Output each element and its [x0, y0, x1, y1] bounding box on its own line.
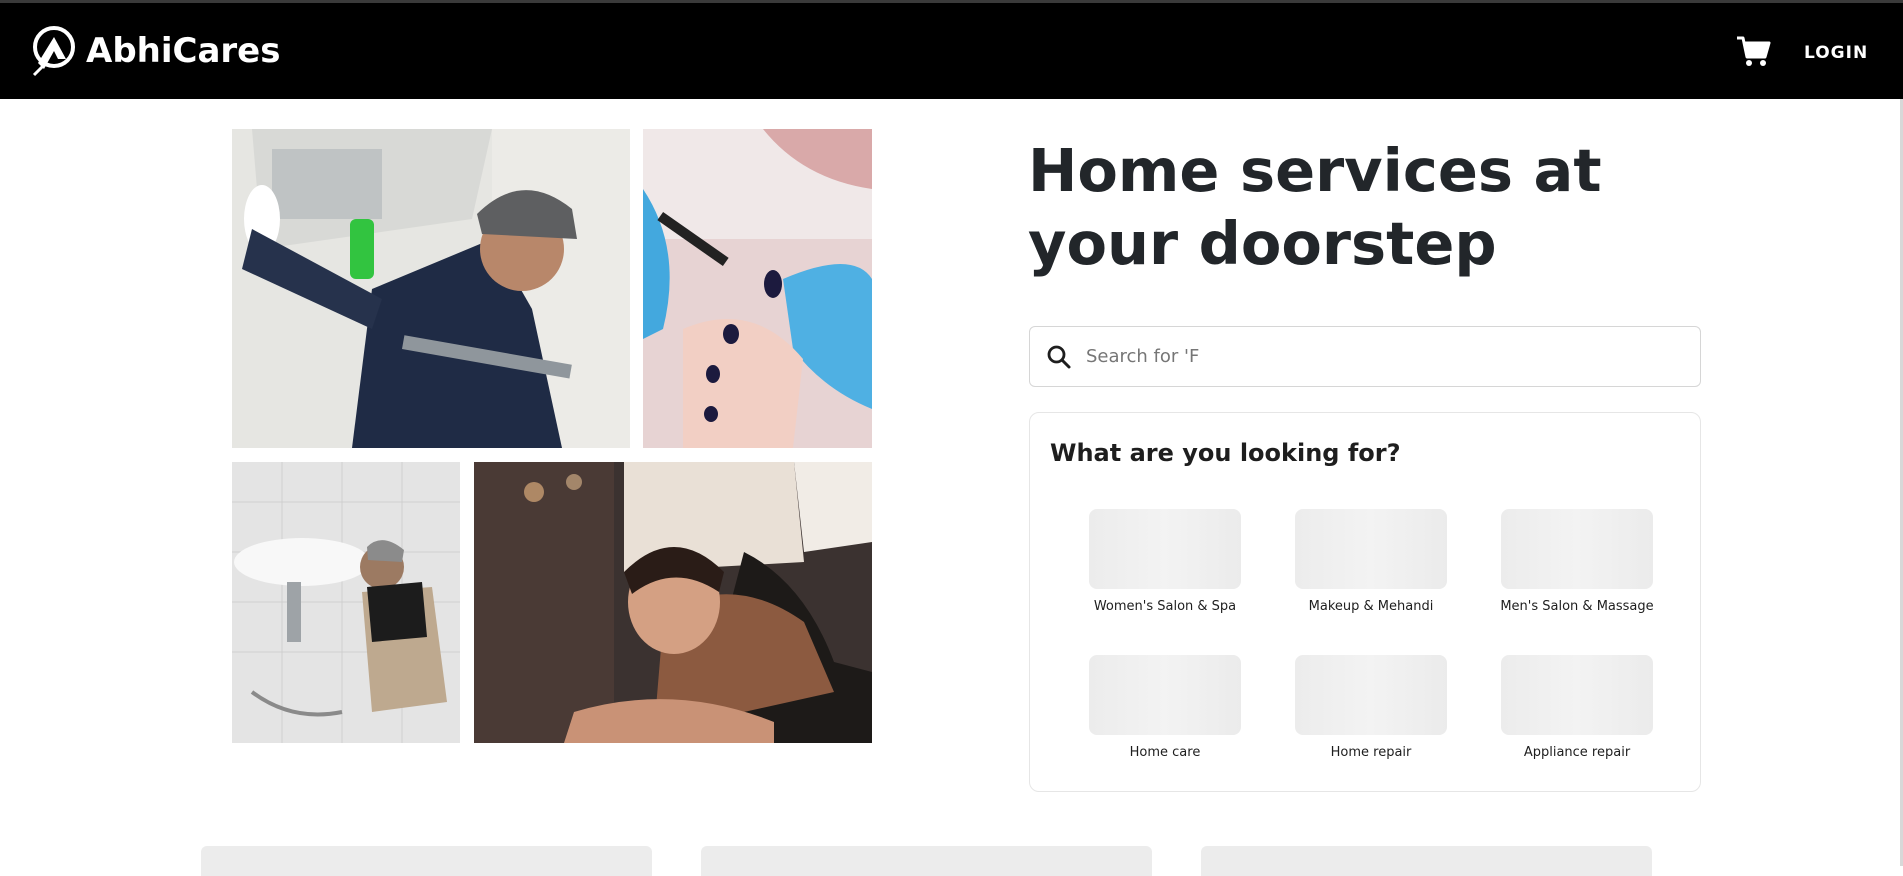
- category-image-placeholder: [1501, 509, 1653, 589]
- search-bar[interactable]: [1029, 326, 1701, 387]
- category-home-repair[interactable]: Home repair: [1286, 655, 1456, 760]
- category-image-placeholder: [1089, 655, 1241, 735]
- category-card-title: What are you looking for?: [1050, 439, 1401, 467]
- massage-photo: [474, 462, 872, 743]
- service-card-placeholder[interactable]: [701, 846, 1152, 876]
- abhicares-logo-icon: [32, 26, 75, 77]
- category-label: Makeup & Mehandi: [1308, 599, 1434, 614]
- cart-icon[interactable]: [1735, 33, 1771, 69]
- hero-title: Home services at your doorstep: [1028, 136, 1602, 278]
- category-label: Appliance repair: [1523, 745, 1631, 760]
- brand-logo-link[interactable]: AbhiCares: [30, 25, 280, 77]
- category-womens-salon-spa[interactable]: Women's Salon & Spa: [1080, 509, 1250, 614]
- service-card-placeholder[interactable]: [201, 846, 652, 876]
- pedicure-photo: [643, 129, 872, 448]
- brand-name: AbhiCares: [86, 31, 281, 71]
- ac-repair-photo: [232, 129, 630, 448]
- service-card-placeholder[interactable]: [1201, 846, 1652, 876]
- category-image-placeholder: [1089, 509, 1241, 589]
- category-mens-salon-massage[interactable]: Men's Salon & Massage: [1492, 509, 1662, 614]
- category-home-care[interactable]: Home care: [1080, 655, 1250, 760]
- category-image-placeholder: [1295, 509, 1447, 589]
- search-input[interactable]: [1086, 346, 1666, 367]
- category-card: What are you looking for? Women's Salon …: [1029, 412, 1701, 792]
- login-button[interactable]: LOGIN: [1804, 43, 1868, 63]
- category-label: Home care: [1129, 745, 1201, 760]
- category-label: Men's Salon & Massage: [1500, 599, 1654, 614]
- category-label: Home repair: [1330, 745, 1412, 760]
- category-makeup-mehandi[interactable]: Makeup & Mehandi: [1286, 509, 1456, 614]
- category-image-placeholder: [1501, 655, 1653, 735]
- search-icon: [1047, 345, 1071, 368]
- category-label: Women's Salon & Spa: [1093, 599, 1237, 614]
- top-navbar: AbhiCares LOGIN: [0, 3, 1903, 99]
- category-image-placeholder: [1295, 655, 1447, 735]
- category-appliance-repair[interactable]: Appliance repair: [1492, 655, 1662, 760]
- plumber-photo: [232, 462, 460, 743]
